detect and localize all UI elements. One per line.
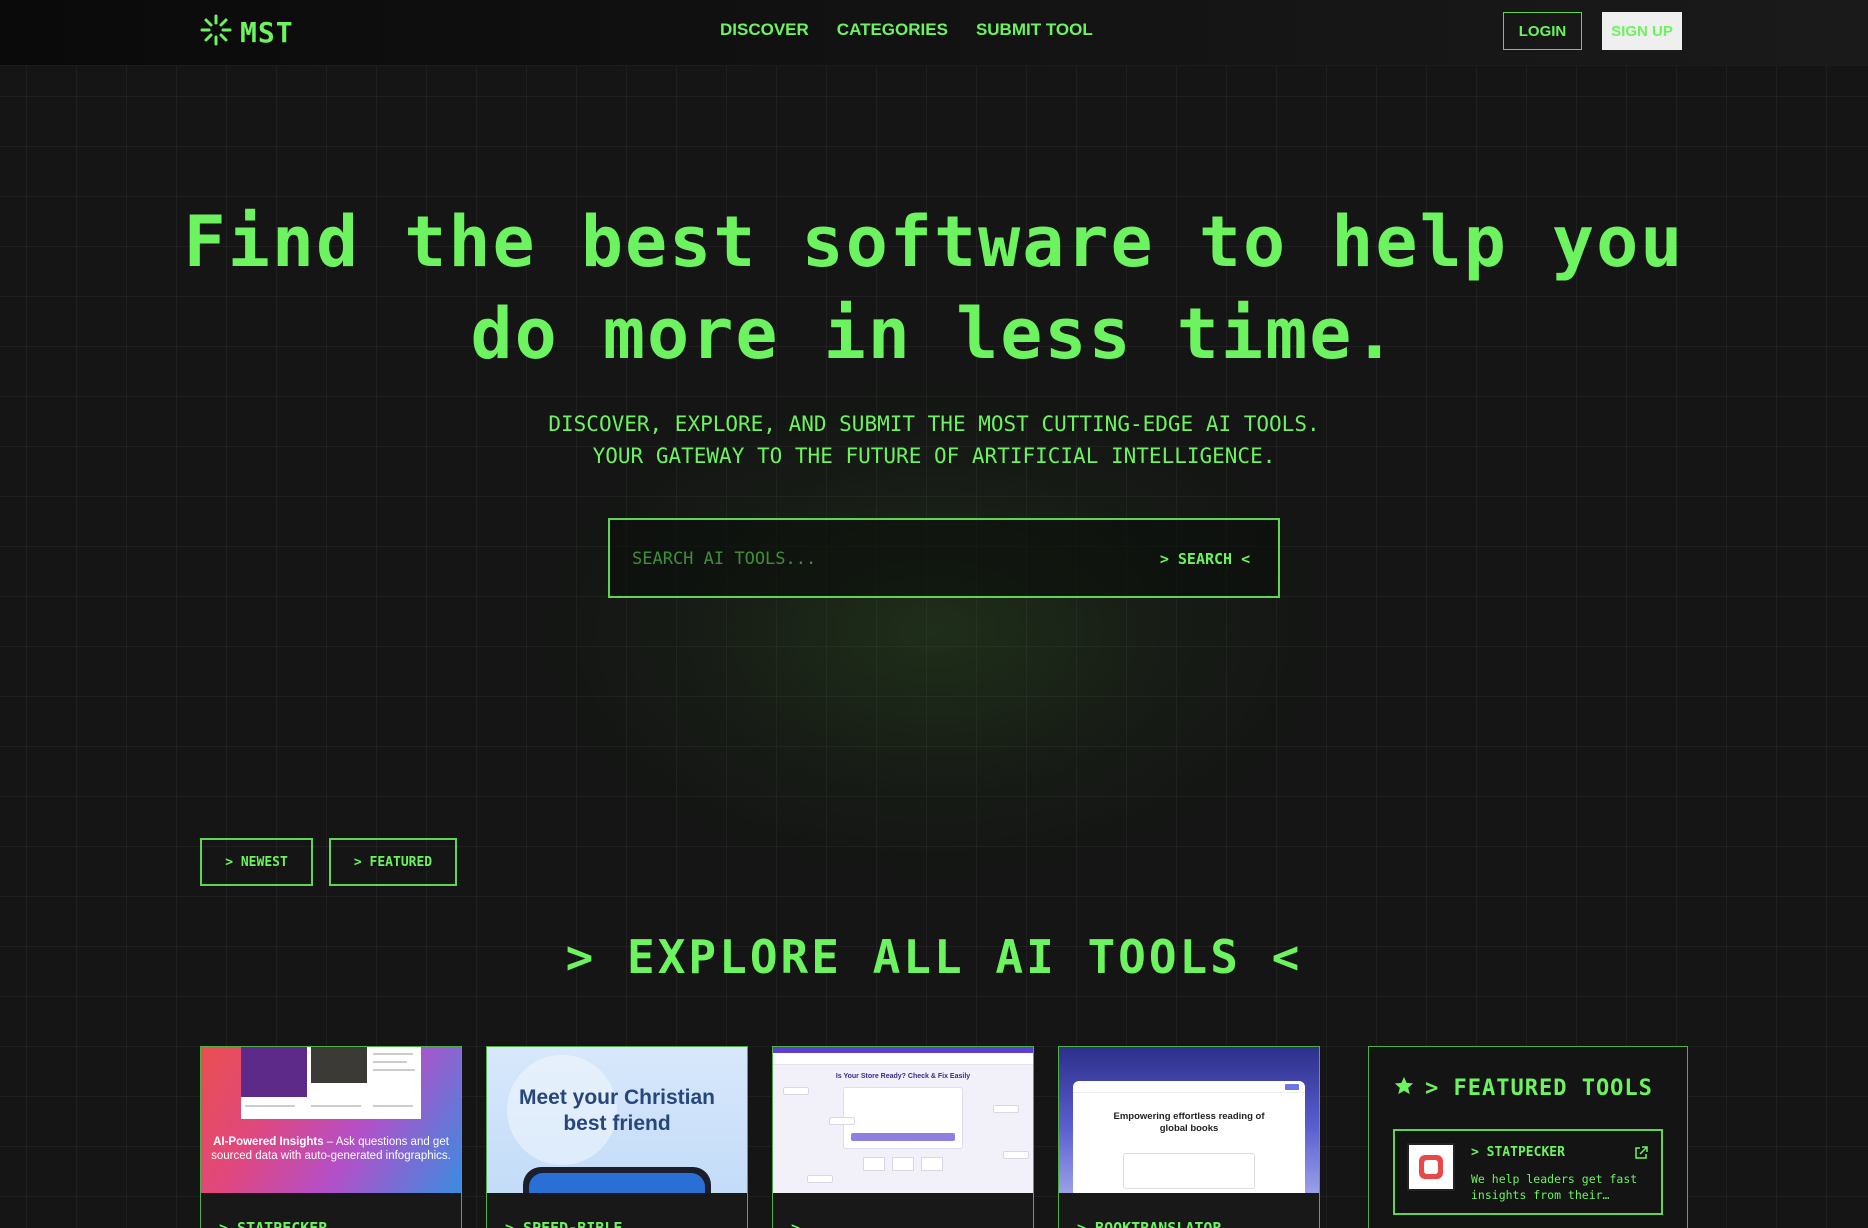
thumbnail-title: Empowering effortless reading of global … [1113,1111,1265,1134]
thumbnail-heading: Is Your Store Ready? Check & Fix Easily [835,1073,971,1080]
thumbnail-screenshot [241,1047,421,1119]
search-input[interactable] [632,542,1092,576]
tool-card-name: > [791,1219,801,1228]
nav-discover[interactable]: DISCOVER [720,20,809,40]
thumbnail-caption: AI-Powered Insights – Ask questions and … [211,1136,451,1162]
login-button[interactable]: LOGIN [1503,12,1582,50]
filter-featured-button[interactable]: > FEATURED [329,838,457,886]
signup-button[interactable]: SIGN UP [1602,12,1682,50]
nav-submit-tool[interactable]: SUBMIT TOOL [976,20,1093,40]
statpecker-logo [1407,1143,1455,1191]
primary-nav: DISCOVER CATEGORIES SUBMIT TOOL [720,20,1093,40]
tool-card-thumbnail: Is Your Store Ready? Check & Fix Easily [773,1047,1033,1193]
thumbnail-screenshot: Empowering effortless reading of global … [1073,1081,1305,1193]
featured-tools-panel: > FEATURED TOOLS > STATPECKER We help le… [1368,1046,1688,1228]
sparkle-burst-icon [200,14,232,50]
featured-item-name: > STATPECKER [1471,1145,1565,1160]
featured-item-statpecker[interactable]: > STATPECKER We help leaders get fast in… [1393,1129,1663,1215]
external-link-icon[interactable] [1633,1145,1649,1161]
filter-newest-button[interactable]: > NEWEST [200,838,313,886]
featured-tools-title: > FEATURED TOOLS [1425,1075,1653,1101]
brand-logo[interactable]: MST [200,14,294,50]
nav-categories[interactable]: CATEGORIES [837,20,948,40]
hero-title: Find the best software to help you do mo… [0,196,1868,380]
tool-card-speed-bible[interactable]: Meet your Christian best friend > SPEED-… [486,1046,748,1228]
tool-card-statpecker[interactable]: AI-Powered Insights – Ask questions and … [200,1046,462,1228]
brand-name: MST [240,15,294,49]
thumbnail-headline: Meet your Christian best friend [518,1086,716,1135]
tool-card-store-checker[interactable]: Is Your Store Ready? Check & Fix Easily … [772,1046,1034,1228]
search-bar: > SEARCH < [608,518,1280,598]
top-nav: MST DISCOVER CATEGORIES SUBMIT TOOL LOGI… [0,0,1868,66]
explore-title: > EXPLORE ALL AI TOOLS < [565,930,1303,984]
tool-card-name: > STATPECKER [219,1219,328,1228]
tool-card-booktranslator[interactable]: Empowering effortless reading of global … [1058,1046,1320,1228]
hero-title-line1: Find the best software to help you [183,201,1685,283]
star-icon [1393,1075,1415,1101]
hero-subtitle: DISCOVER, EXPLORE, AND SUBMIT THE MOST C… [0,408,1868,472]
hero-title-line2: do more in less time. [470,293,1398,375]
tool-card-name: > SPEED-BIBLE [505,1219,623,1228]
hero-subtitle-line2: YOUR GATEWAY TO THE FUTURE OF ARTIFICIAL… [592,444,1276,468]
tool-card-thumbnail: Empowering effortless reading of global … [1059,1047,1319,1193]
hero-subtitle-line1: DISCOVER, EXPLORE, AND SUBMIT THE MOST C… [548,412,1320,436]
search-button[interactable]: > SEARCH < [1150,542,1260,576]
tool-card-thumbnail: AI-Powered Insights – Ask questions and … [201,1047,461,1193]
featured-tools-header: > FEATURED TOOLS [1393,1075,1653,1101]
featured-item-description: We help leaders get fast insights from t… [1471,1172,1638,1202]
tool-card-name: > BOOKTRANSLATOR [1077,1219,1222,1228]
tool-card-thumbnail: Meet your Christian best friend [487,1047,747,1193]
